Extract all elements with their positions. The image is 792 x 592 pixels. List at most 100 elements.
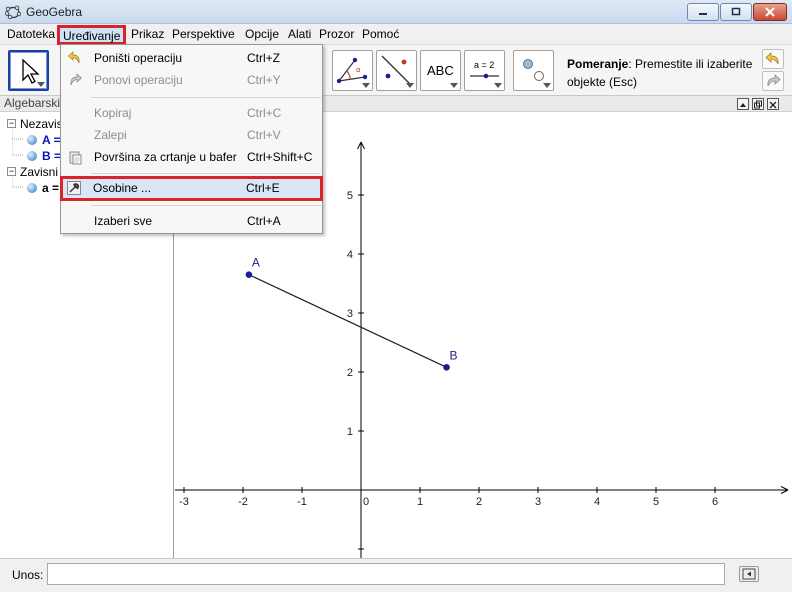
maximize-button[interactable] — [720, 3, 752, 21]
redo-icon — [70, 73, 83, 86]
reflect-tool-button[interactable] — [376, 50, 417, 91]
menu-item-select-all[interactable]: Izaberi sve Ctrl+A — [61, 210, 322, 232]
segment-a — [248, 274, 447, 368]
title-bar: GeoGebra — [0, 0, 792, 24]
menu-item-graphics-to-clipboard[interactable]: Površina za crtanje u bafer Ctrl+Shift+C — [61, 146, 322, 168]
menu-item-paste[interactable]: Zalepi Ctrl+V — [61, 124, 322, 146]
x-tick-label: 2 — [476, 496, 482, 508]
y-tick-label: 1 — [347, 426, 353, 438]
properties-icon — [67, 181, 81, 195]
menu-prozor[interactable]: Prozor — [317, 27, 356, 41]
menu-perspektive[interactable]: Perspektive — [170, 27, 237, 41]
text-tool-label: ABC — [427, 63, 454, 78]
point-b[interactable] — [443, 363, 450, 371]
edit-menu-dropdown: Poništi operaciju Ctrl+Z Ponovi operacij… — [60, 44, 323, 234]
menu-item-label: Zalepi — [94, 128, 127, 142]
menu-item-label: Poništi operaciju — [94, 51, 183, 65]
close-icon — [769, 101, 777, 109]
x-tick-label: 4 — [594, 496, 600, 508]
point-a[interactable] — [245, 271, 253, 278]
move-tool-button[interactable] — [8, 50, 49, 91]
menu-opcije[interactable]: Opcije — [243, 27, 281, 41]
triangle-up-icon — [740, 103, 746, 107]
menu-prikaz[interactable]: Prikaz — [129, 27, 166, 41]
menu-item-label: Ponovi operaciju — [94, 73, 183, 87]
tool-menu-indicator-icon — [37, 82, 45, 87]
x-tick-label: 6 — [712, 496, 718, 508]
show-hide-object-tool-button[interactable] — [513, 50, 554, 91]
menu-item-label: Kopiraj — [94, 106, 132, 120]
menu-item-properties[interactable]: Osobine ... Ctrl+E — [60, 176, 323, 201]
close-button[interactable] — [753, 3, 787, 21]
menu-uredjivanje[interactable]: Uređivanje — [57, 25, 127, 45]
redo-icon — [767, 74, 781, 87]
tool-menu-indicator-icon — [406, 83, 414, 88]
x-tick-label: -2 — [238, 496, 248, 508]
visibility-toggle-icon[interactable] — [27, 183, 37, 193]
slider-tool-button[interactable]: a = 2 — [464, 50, 505, 91]
tool-menu-indicator-icon — [450, 83, 458, 88]
menu-item-shortcut: Ctrl+V — [247, 128, 281, 142]
y-tick-label: 5 — [347, 190, 353, 202]
visibility-toggle-icon[interactable] — [27, 151, 37, 161]
algebra-object-label: a = — [42, 181, 60, 195]
minimize-icon — [699, 13, 707, 15]
tree-lines-icon — [12, 129, 24, 156]
algebra-object-b-point[interactable]: B = — [27, 149, 61, 163]
x-tick-label: 3 — [535, 496, 541, 508]
tool-menu-indicator-icon — [494, 83, 502, 88]
tool-menu-indicator-icon — [362, 83, 370, 88]
menu-bar: Datoteka Uređivanje Prikaz Perspektive O… — [0, 24, 792, 45]
menu-item-shortcut: Ctrl+C — [247, 106, 282, 120]
collapse-independent-toggle[interactable]: − — [7, 119, 16, 128]
graphics-style-bar-toggle[interactable] — [737, 98, 749, 110]
minimize-button[interactable] — [687, 3, 719, 21]
tool-help-title: Pomeranje — [567, 57, 629, 71]
y-tick-label: 4 — [347, 249, 353, 261]
menu-item-label: Površina za crtanje u bafer — [94, 150, 237, 164]
x-tick-label: 5 — [653, 496, 659, 508]
algebra-object-a-segment[interactable]: a = — [27, 181, 59, 195]
tool-menu-indicator-icon — [543, 83, 551, 88]
x-tick-label: 0 — [363, 496, 369, 508]
angle-tool-button[interactable]: α — [332, 50, 373, 91]
algebra-object-label: A = — [42, 133, 61, 147]
menu-separator — [91, 173, 321, 174]
close-icon — [765, 7, 775, 17]
x-tick-label: -3 — [179, 496, 189, 508]
point-label-b: B — [450, 348, 458, 362]
input-field[interactable] — [47, 563, 725, 585]
toolbar-redo-button[interactable] — [762, 71, 784, 91]
geogebra-logo-icon — [5, 5, 21, 20]
x-tick-label: 1 — [417, 496, 423, 508]
menu-item-shortcut: Ctrl+Z — [247, 51, 280, 65]
menu-item-copy[interactable]: Kopiraj Ctrl+C — [61, 102, 322, 124]
y-tick-label: 2 — [347, 367, 353, 379]
menu-item-label: Osobine ... — [93, 181, 152, 195]
algebra-object-a-point[interactable]: A = — [27, 133, 61, 147]
input-bar-label: Unos: — [12, 568, 44, 582]
visibility-toggle-icon[interactable] — [27, 135, 37, 145]
menu-item-shortcut: Ctrl+A — [247, 214, 281, 228]
undo-icon — [765, 52, 779, 65]
collapse-dependent-toggle[interactable]: − — [7, 167, 16, 176]
menu-item-redo[interactable]: Ponovi operaciju Ctrl+Y — [61, 69, 322, 91]
toolbar-undo-button[interactable] — [762, 49, 784, 69]
text-tool-button[interactable]: ABC — [420, 50, 461, 91]
menu-separator — [91, 205, 321, 206]
undo-icon — [67, 51, 80, 64]
maximize-icon — [731, 7, 741, 16]
tool-help-text: Pomeranje: Premestite ili izaberite obje… — [567, 55, 757, 91]
menu-item-undo[interactable]: Poništi operaciju Ctrl+Z — [61, 47, 322, 69]
close-view-button[interactable] — [767, 98, 779, 110]
menu-item-shortcut: Ctrl+Y — [247, 73, 281, 87]
symbol-table-button[interactable] — [739, 566, 759, 582]
triangle-left-icon — [742, 568, 756, 580]
x-tick-label: -1 — [297, 496, 307, 508]
undock-view-button[interactable] — [752, 98, 764, 110]
menu-alati[interactable]: Alati — [286, 27, 313, 41]
menu-separator — [91, 97, 321, 98]
menu-datoteka[interactable]: Datoteka — [5, 27, 57, 41]
menu-item-shortcut: Ctrl+E — [246, 181, 280, 195]
menu-pomoc[interactable]: Pomoć — [360, 27, 401, 41]
